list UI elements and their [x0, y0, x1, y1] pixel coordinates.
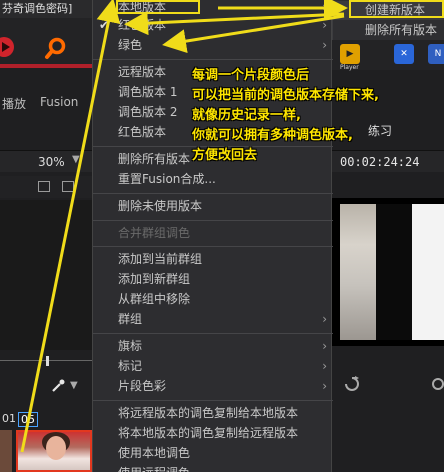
thumbnail-image: [46, 436, 66, 460]
player-icon[interactable]: ▶: [340, 44, 360, 64]
clip-number[interactable]: 01: [2, 412, 16, 425]
zoom-control[interactable]: 30% ▼: [0, 150, 92, 172]
menu-item-markers[interactable]: 标记 ›: [93, 356, 333, 377]
menu-item-add-to-new-group[interactable]: 添加到新群组: [93, 269, 333, 290]
scrubber-handle[interactable]: [46, 356, 49, 366]
viewer-image: [340, 204, 376, 340]
scrubber[interactable]: [0, 356, 92, 366]
menu-item-merge-group-grades: 合并群组调色: [118, 226, 191, 240]
menu-divider: [93, 220, 333, 221]
annotation-line: 就像历史记录一样,: [192, 108, 301, 123]
viewer: [332, 198, 444, 346]
menu-item-copy-remote-to-local[interactable]: 将远程版本的调色复制给本地版本: [93, 403, 333, 424]
menu-item-red-version-checked[interactable]: ✔ 红色版本 ›: [93, 15, 333, 36]
menu-item-label: 群组: [118, 312, 143, 326]
menu-item-label: 红色版本: [118, 18, 167, 32]
menu-item-delete-unused-versions[interactable]: 删除未使用版本: [93, 196, 333, 217]
menu-item-label: 标记: [118, 359, 143, 373]
options-icon[interactable]: [432, 378, 444, 390]
menu-item-remove-from-group[interactable]: 从群组中移除: [93, 289, 333, 310]
menu-item-clip-color[interactable]: 片段色彩 ›: [93, 376, 333, 397]
checkmark-icon: ✔: [99, 18, 110, 32]
chevron-right-icon: ›: [322, 339, 327, 353]
menu-divider: [93, 333, 333, 334]
window-title: 芬奇调色密码]: [0, 0, 92, 18]
annotation-line: 方便改回去: [192, 148, 258, 163]
accent-bar: [0, 64, 92, 68]
search-icon[interactable]: [44, 36, 68, 60]
viewer-image: [412, 204, 444, 340]
loop-icon[interactable]: [342, 376, 362, 392]
grid-view-icon[interactable]: [38, 181, 50, 192]
menu-divider: [93, 400, 333, 401]
chevron-right-icon: ›: [322, 18, 327, 32]
eyedropper-icon[interactable]: [50, 378, 66, 394]
tab-playback[interactable]: 播放: [2, 95, 26, 112]
menu-item-copy-local-to-remote[interactable]: 将本地版本的调色复制给远程版本: [93, 423, 333, 444]
annotation-line: 你就可以拥有多种调色版本,: [192, 128, 353, 143]
n-app-icon[interactable]: N: [428, 44, 444, 64]
highlight-box-local-version: [116, 0, 200, 14]
chevron-right-icon: ›: [322, 379, 327, 393]
clip-number-row: 01 05: [0, 412, 92, 428]
menu-item-label: 绿色: [118, 38, 143, 52]
menu-item-use-local-grades[interactable]: 使用本地调色: [93, 443, 333, 464]
chevron-down-icon[interactable]: ▼: [70, 380, 78, 391]
annotation-line: 可以把当前的调色版本存储下来,: [192, 88, 379, 103]
background-app-left: 芬奇调色密码] 播放 Fusion 30% ▼ ▼ 01 05: [0, 0, 92, 472]
menu-divider: [93, 59, 333, 60]
clip-thumbnail[interactable]: [0, 430, 12, 472]
chevron-right-icon: ›: [322, 312, 327, 326]
menu-item-reset-fusion[interactable]: 重置Fusion合成...: [93, 169, 333, 190]
chevron-down-icon[interactable]: ▼: [72, 154, 80, 165]
delete-all-versions-item[interactable]: 删除所有版本: [333, 21, 444, 40]
viewer-image: [376, 204, 412, 340]
menu-item-green[interactable]: 绿色 ›: [93, 35, 333, 56]
chevron-right-icon: ›: [322, 38, 327, 52]
tab-fusion[interactable]: Fusion: [40, 95, 78, 109]
page-tabs: 播放 Fusion: [0, 92, 92, 114]
annotation-line: 每调一个片段颜色后: [192, 68, 310, 83]
annotation-note: 每调一个片段颜色后 可以把当前的调色版本存储下来, 就像历史记录一样, 你就可以…: [192, 66, 440, 166]
menu-item-flags[interactable]: 旗标 ›: [93, 336, 333, 357]
menu-divider: [93, 246, 333, 247]
view-mode-row: [0, 176, 92, 198]
menu-item-label: 片段色彩: [118, 379, 167, 393]
menu-item-group[interactable]: 群组 ›: [93, 309, 333, 330]
x-app-icon[interactable]: ✕: [394, 44, 414, 64]
highlight-box-create-version: [349, 0, 444, 18]
menu-item-add-to-current-group[interactable]: 添加到当前群组: [93, 249, 333, 270]
zoom-level: 30%: [38, 155, 65, 169]
menu-divider: [93, 193, 333, 194]
menu-item-label: 旗标: [118, 339, 143, 353]
chevron-right-icon: ›: [322, 359, 327, 373]
clip-thumbnail-selected[interactable]: [16, 430, 92, 472]
clip-number-selected[interactable]: 05: [18, 412, 38, 427]
menu-item-use-remote-grades[interactable]: 使用远程调色: [93, 463, 333, 472]
media-icon[interactable]: [0, 36, 18, 58]
preview-area: [0, 200, 92, 350]
split-view-icon[interactable]: [62, 181, 74, 192]
